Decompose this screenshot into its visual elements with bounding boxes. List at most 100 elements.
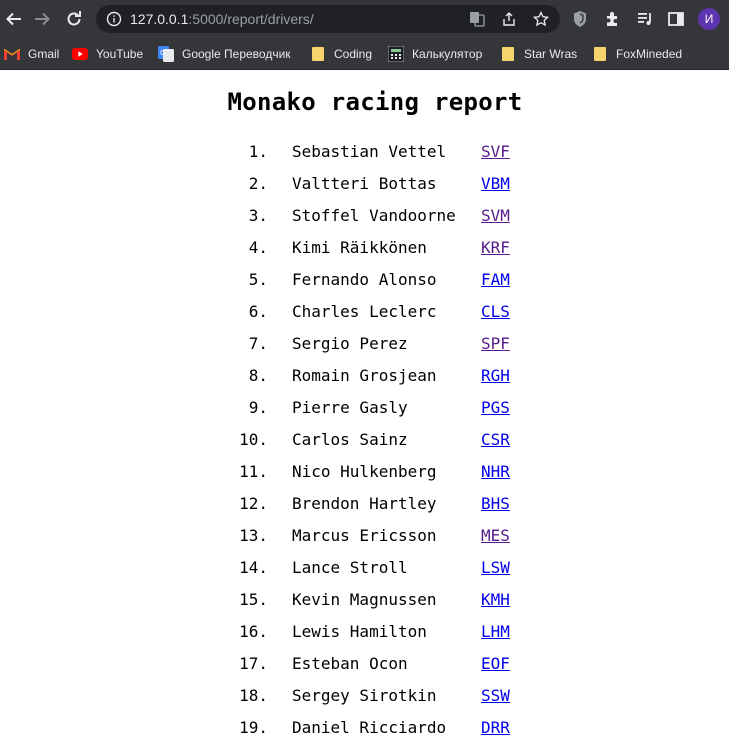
driver-position: 15.	[239, 590, 268, 609]
driver-position: 14.	[239, 558, 268, 577]
folder-icon	[592, 46, 608, 62]
url-host: 127.0.0.1	[130, 11, 189, 27]
bookmark-label: Google Переводчик	[182, 47, 291, 61]
extensions-puzzle-icon[interactable]	[603, 9, 623, 29]
bookmark-gmail[interactable]: Gmail	[4, 44, 59, 64]
driver-name: Romain Grosjean	[292, 366, 437, 385]
driver-row: 17. Esteban Ocon EOF	[0, 650, 729, 682]
shield-extension-icon[interactable]	[570, 9, 590, 29]
driver-name: Marcus Ericsson	[292, 526, 437, 545]
google-translate-icon: G	[158, 46, 174, 62]
driver-position: 17.	[239, 654, 268, 673]
driver-name: Daniel Ricciardo	[292, 718, 447, 737]
driver-position: 3.	[248, 206, 268, 225]
reload-icon[interactable]	[62, 7, 86, 31]
driver-row: 14. Lance Stroll LSW	[0, 554, 729, 586]
driver-code-link[interactable]: SVM	[481, 206, 510, 225]
driver-position: 11.	[239, 462, 268, 481]
driver-code-link[interactable]: MES	[481, 526, 510, 545]
report-page: Monako racing report 1. Sebastian Vettel S…	[0, 70, 729, 756]
url-path: :5000/report/drivers/	[188, 11, 314, 27]
driver-code-link[interactable]: PGS	[481, 398, 510, 417]
driver-name: Carlos Sainz	[292, 430, 408, 449]
driver-row: 4. Kimi Räikkönen KRF	[0, 234, 729, 266]
share-icon[interactable]	[500, 10, 518, 28]
driver-row: 10. Carlos Sainz CSR	[0, 426, 729, 458]
browser-toolbar: 127.0.0.1:5000/report/drivers/ И	[0, 0, 729, 38]
side-panel-icon[interactable]	[666, 9, 686, 29]
bookmark-label: Калькулятор	[412, 47, 483, 61]
address-url[interactable]: 127.0.0.1:5000/report/drivers/	[130, 11, 314, 27]
driver-position: 8.	[248, 366, 268, 385]
driver-name: Sebastian Vettel	[292, 142, 447, 161]
bookmark-calculator[interactable]: Калькулятор	[388, 44, 482, 64]
bookmark-label: YouTube	[96, 47, 144, 61]
site-info-icon[interactable]	[106, 11, 122, 31]
driver-code-link[interactable]: SVF	[481, 142, 510, 161]
page-title: Monako racing report	[227, 88, 523, 116]
driver-row: 9. Pierre Gasly PGS	[0, 394, 729, 426]
bookmark-youtube[interactable]: YouTube	[72, 44, 143, 64]
driver-code-link[interactable]: BHS	[481, 494, 510, 513]
driver-position: 19.	[239, 718, 268, 737]
media-control-icon[interactable]	[635, 9, 655, 29]
bookmark-label: Star Wras	[524, 47, 578, 61]
driver-code-link[interactable]: LSW	[481, 558, 510, 577]
driver-name: Valtteri Bottas	[292, 174, 437, 193]
forward-arrow-icon[interactable]	[30, 7, 54, 31]
driver-code-link[interactable]: FAM	[481, 270, 510, 289]
folder-icon	[310, 46, 326, 62]
calculator-icon	[388, 46, 404, 62]
driver-row: 3. Stoffel Vandoorne SVM	[0, 202, 729, 234]
driver-position: 16.	[239, 622, 268, 641]
youtube-icon	[72, 46, 88, 62]
folder-icon	[500, 46, 516, 62]
driver-name: Fernando Alonso	[292, 270, 437, 289]
bookmark-coding-folder[interactable]: Coding	[310, 44, 372, 64]
driver-code-link[interactable]: RGH	[481, 366, 510, 385]
driver-position: 7.	[248, 334, 268, 353]
profile-avatar[interactable]: И	[698, 8, 720, 30]
svg-text:G: G	[160, 50, 165, 57]
driver-row: 7. Sergio Perez SPF	[0, 330, 729, 362]
back-arrow-icon[interactable]	[2, 7, 26, 31]
driver-name: Kevin Magnussen	[292, 590, 437, 609]
driver-row: 16. Lewis Hamilton LHM	[0, 618, 729, 650]
driver-code-link[interactable]: DRR	[481, 718, 510, 737]
driver-row: 18. Sergey Sirotkin SSW	[0, 682, 729, 714]
driver-code-link[interactable]: KRF	[481, 238, 510, 257]
bookmarks-bar: Gmail YouTube G Google Переводчик Coding…	[0, 38, 729, 70]
driver-name: Charles Leclerc	[292, 302, 437, 321]
driver-row: 2. Valtteri Bottas VBM	[0, 170, 729, 202]
driver-code-link[interactable]: VBM	[481, 174, 510, 193]
driver-name: Stoffel Vandoorne	[292, 206, 456, 225]
driver-row: 5. Fernando Alonso FAM	[0, 266, 729, 298]
driver-position: 18.	[239, 686, 268, 705]
bookmark-star-wras-folder[interactable]: Star Wras	[500, 44, 577, 64]
driver-name: Kimi Räikkönen	[292, 238, 427, 257]
bookmark-foxmineded-folder[interactable]: FoxMineded	[592, 44, 682, 64]
driver-row: 6. Charles Leclerc CLS	[0, 298, 729, 330]
driver-code-link[interactable]: EOF	[481, 654, 510, 673]
driver-code-link[interactable]: CLS	[481, 302, 510, 321]
bookmark-google-translate[interactable]: G Google Переводчик	[158, 44, 291, 64]
driver-position: 4.	[248, 238, 268, 257]
driver-position: 1.	[248, 142, 268, 161]
driver-code-link[interactable]: KMH	[481, 590, 510, 609]
driver-row: 13. Marcus Ericsson MES	[0, 522, 729, 554]
driver-name: Nico Hulkenberg	[292, 462, 437, 481]
driver-code-link[interactable]: CSR	[481, 430, 510, 449]
driver-position: 12.	[239, 494, 268, 513]
translate-page-icon[interactable]	[468, 10, 486, 28]
driver-code-link[interactable]: NHR	[481, 462, 510, 481]
address-bar[interactable]: 127.0.0.1:5000/report/drivers/	[96, 5, 560, 33]
driver-name: Brendon Hartley	[292, 494, 437, 513]
driver-position: 2.	[248, 174, 268, 193]
driver-name: Sergio Perez	[292, 334, 408, 353]
driver-code-link[interactable]: SPF	[481, 334, 510, 353]
driver-name: Esteban Ocon	[292, 654, 408, 673]
driver-code-link[interactable]: SSW	[481, 686, 510, 705]
driver-code-link[interactable]: LHM	[481, 622, 510, 641]
driver-row: 15. Kevin Magnussen KMH	[0, 586, 729, 618]
bookmark-star-icon[interactable]	[532, 10, 550, 28]
